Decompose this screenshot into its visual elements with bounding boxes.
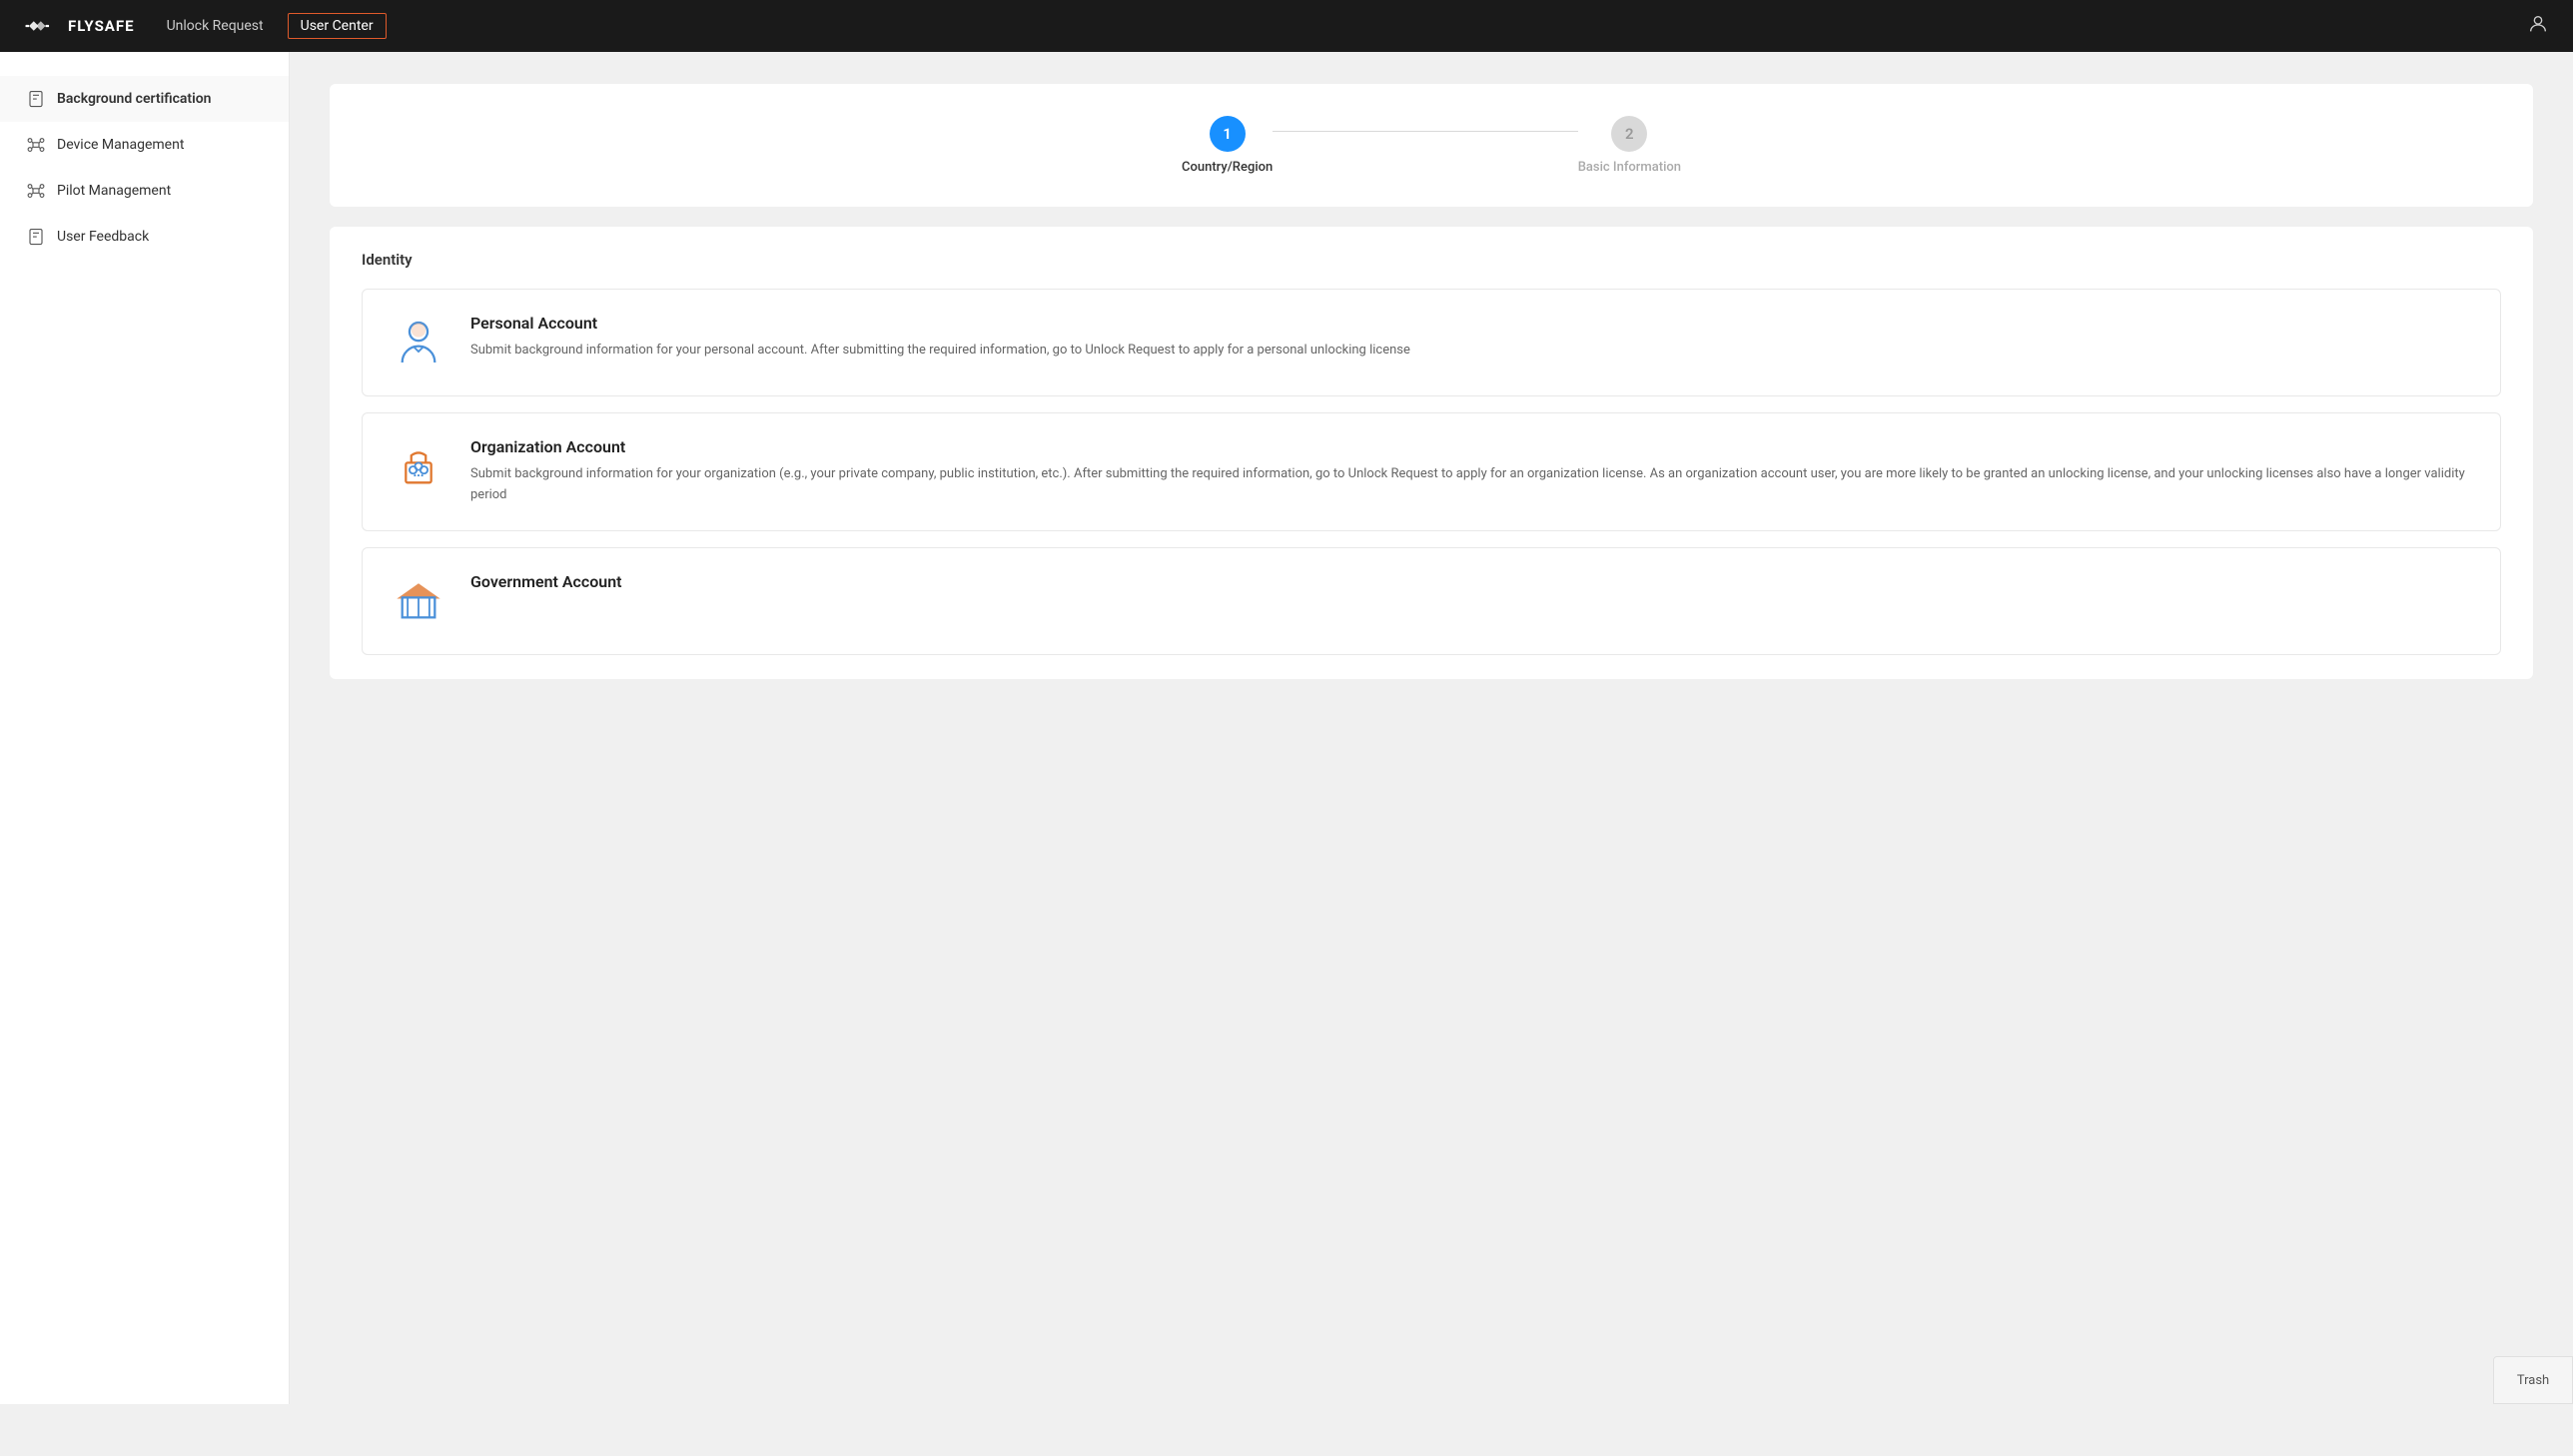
sidebar-label-pilot: Pilot Management (57, 183, 171, 199)
government-account-icon (387, 572, 450, 630)
brand-name: FLYSAFE (68, 17, 135, 35)
identity-title: Identity (362, 251, 2501, 269)
step-2-circle: 2 (1611, 116, 1647, 152)
identity-section: Identity Personal Account (330, 227, 2533, 679)
main-content: 1 Country/Region 2 Basic Information Ide… (290, 52, 2573, 1404)
pilot-icon (27, 182, 45, 200)
navbar: FLYSAFE Unlock Request User Center (0, 0, 2573, 52)
stepper-container: 1 Country/Region 2 Basic Information (330, 84, 2533, 207)
nav-unlock-request[interactable]: Unlock Request (167, 14, 264, 38)
step-2: 2 Basic Information (1578, 116, 1681, 175)
sidebar-item-pilot-management[interactable]: Pilot Management (0, 168, 289, 214)
organization-account-desc: Submit background information for your o… (470, 464, 2476, 506)
organization-account-content: Organization Account Submit background i… (470, 437, 2476, 506)
personal-account-content: Personal Account Submit background infor… (470, 314, 2476, 362)
sidebar-item-background-certification[interactable]: Background certification (0, 76, 289, 122)
organization-account-icon (387, 437, 450, 495)
personal-account-icon (387, 314, 450, 371)
document-icon (27, 90, 45, 108)
sidebar-label-device: Device Management (57, 137, 184, 153)
personal-account-title: Personal Account (470, 314, 2476, 333)
sidebar-item-device-management[interactable]: Device Management (0, 122, 289, 168)
step-2-label: Basic Information (1578, 160, 1681, 175)
organization-account-title: Organization Account (470, 437, 2476, 456)
feedback-icon (27, 228, 45, 246)
sidebar: Background certification Device Manageme… (0, 52, 290, 1404)
step-1-label: Country/Region (1182, 160, 1273, 175)
stepper: 1 Country/Region 2 Basic Information (1182, 116, 1681, 175)
page-wrapper: Background certification Device Manageme… (0, 52, 2573, 1404)
personal-account-card[interactable]: Personal Account Submit background infor… (362, 289, 2501, 396)
sidebar-label-feedback: User Feedback (57, 229, 149, 245)
user-avatar-icon[interactable] (2527, 13, 2549, 39)
nav-links: Unlock Request User Center (167, 13, 2527, 39)
organization-account-card[interactable]: Organization Account Submit background i… (362, 412, 2501, 531)
step-connector (1273, 131, 1577, 132)
trash-button[interactable]: Trash (2493, 1356, 2573, 1404)
nav-user-center[interactable]: User Center (288, 13, 387, 39)
government-account-card[interactable]: Government Account (362, 547, 2501, 655)
sidebar-item-user-feedback[interactable]: User Feedback (0, 214, 289, 260)
step-1-circle: 1 (1210, 116, 1246, 152)
government-account-content: Government Account (470, 572, 2476, 599)
personal-account-desc: Submit background information for your p… (470, 341, 2476, 362)
drone-icon (27, 136, 45, 154)
government-account-title: Government Account (470, 572, 2476, 591)
sidebar-label-background: Background certification (57, 91, 212, 107)
brand-logo[interactable]: FLYSAFE (24, 16, 135, 36)
step-1: 1 Country/Region (1182, 116, 1273, 175)
trash-label: Trash (2517, 1373, 2549, 1388)
